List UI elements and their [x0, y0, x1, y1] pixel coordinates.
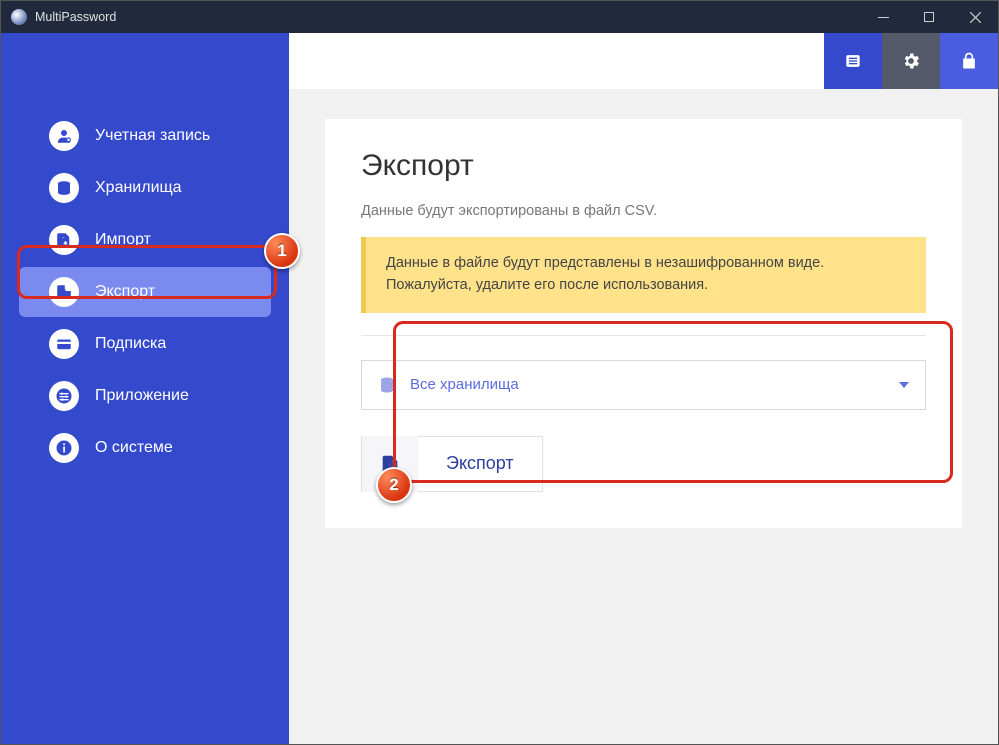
close-button[interactable] [952, 1, 998, 33]
content-area: Экспорт Данные будут экспортированы в фа… [289, 33, 998, 744]
titlebar: MultiPassword [1, 1, 998, 33]
sidebar-item-label: Экспорт [95, 283, 155, 301]
topbar-lock-button[interactable] [940, 33, 998, 89]
warning-box: Данные в файле будут представлены в неза… [361, 237, 926, 313]
topbar-settings-button[interactable] [882, 33, 940, 89]
annotation-badge-2: 2 [376, 467, 412, 503]
database-icon [49, 173, 79, 203]
user-icon [49, 121, 79, 151]
sidebar-item-label: Хранилища [95, 179, 182, 197]
export-panel: Экспорт Данные будут экспортированы в фа… [325, 119, 962, 528]
vault-select[interactable]: Все хранилища [361, 360, 926, 410]
card-icon [49, 329, 79, 359]
import-icon [49, 225, 79, 255]
app-icon [11, 9, 27, 25]
sidebar-item-about[interactable]: О системе [19, 423, 271, 473]
export-icon [49, 277, 79, 307]
sidebar-item-label: Приложение [95, 387, 189, 405]
sidebar-item-label: О системе [95, 439, 173, 457]
sidebar-item-import[interactable]: Импорт [19, 215, 271, 265]
divider [361, 335, 926, 336]
chevron-down-icon [899, 382, 909, 388]
topbar-list-button[interactable] [824, 33, 882, 89]
database-icon [378, 376, 396, 394]
sliders-icon [49, 381, 79, 411]
main-panel: Экспорт Данные будут экспортированы в фа… [289, 89, 998, 744]
vault-select-label: Все хранилища [410, 376, 899, 393]
sidebar-item-vaults[interactable]: Хранилища [19, 163, 271, 213]
annotation-badge-1: 1 [264, 233, 300, 269]
minimize-button[interactable] [860, 1, 906, 33]
sidebar-item-application[interactable]: Приложение [19, 371, 271, 421]
app-body: Учетная запись Хранилища Импорт Экспорт [1, 33, 998, 744]
window-title: MultiPassword [35, 10, 116, 24]
app-window: MultiPassword Учетная запись [0, 0, 999, 745]
sidebar-item-export[interactable]: Экспорт [19, 267, 271, 317]
maximize-button[interactable] [906, 1, 952, 33]
info-icon [49, 433, 79, 463]
sidebar: Учетная запись Хранилища Импорт Экспорт [1, 33, 289, 744]
window-controls [860, 1, 998, 33]
sidebar-item-label: Учетная запись [95, 127, 210, 145]
topbar [289, 33, 998, 89]
sidebar-item-label: Импорт [95, 231, 151, 249]
sidebar-item-account[interactable]: Учетная запись [19, 111, 271, 161]
page-subtitle: Данные будут экспортированы в файл CSV. [361, 203, 926, 219]
sidebar-item-subscription[interactable]: Подписка [19, 319, 271, 369]
export-button-label: Экспорт [418, 453, 542, 474]
sidebar-item-label: Подписка [95, 335, 166, 353]
page-title: Экспорт [361, 149, 926, 183]
